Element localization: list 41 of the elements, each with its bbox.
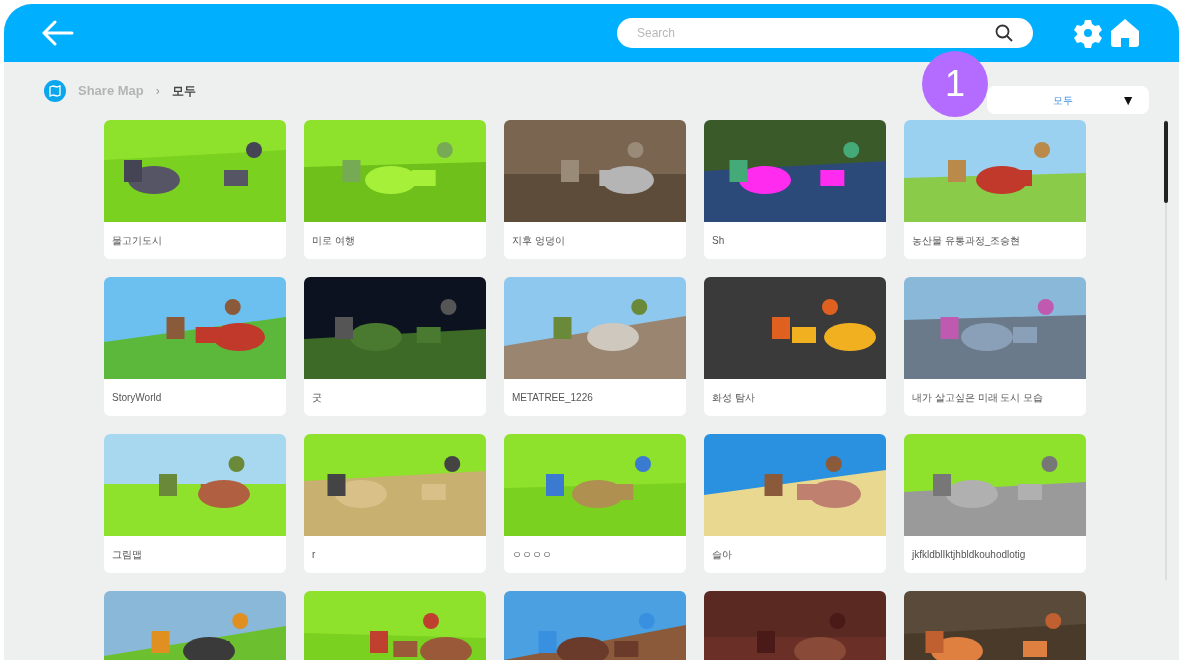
step-badge: 1 [922, 51, 988, 117]
map-card[interactable]: ㅇㅇㅇㅇ [504, 434, 686, 573]
breadcrumb-current: 모두 [171, 83, 196, 100]
map-title: 농산물 유통과정_조승현 [911, 234, 1022, 248]
back-arrow-icon[interactable] [42, 20, 74, 46]
map-title: 내가 살고싶은 미래 도시 모습 [911, 391, 1045, 405]
scrollbar-thumb[interactable] [1164, 121, 1168, 203]
map-card[interactable]: Sh [704, 120, 886, 259]
map-card[interactable]: 화성 탐사 [704, 277, 886, 416]
map-card[interactable]: r [304, 434, 486, 573]
map-title: ㅇㅇㅇㅇ [511, 548, 553, 562]
map-title: 굿 [311, 391, 323, 405]
map-title: 미로 여행 [311, 234, 356, 248]
search-icon[interactable] [995, 24, 1013, 42]
map-title: jkfkldblIktjhbldkouhodlotig [910, 548, 1027, 562]
map-title: 물고기도시 [111, 234, 163, 248]
map-card[interactable]: 물고기도시 [104, 120, 286, 259]
search-field[interactable]: Search [617, 18, 1033, 48]
map-title: r [311, 548, 317, 562]
map-card[interactable]: 굿 [304, 277, 486, 416]
map-title: METATREE_1226 [511, 391, 594, 405]
map-title: 지후 엉덩이 [511, 234, 566, 248]
map-card[interactable]: 내가 살고싶은 미래 도시 모습 [904, 277, 1086, 416]
home-icon[interactable] [1109, 18, 1141, 48]
breadcrumb-separator: › [155, 83, 160, 100]
map-card[interactable]: 미로 여행 [304, 120, 486, 259]
map-title: StoryWorld [111, 391, 163, 405]
map-card[interactable]: 슬아 [704, 434, 886, 573]
map-title: Sh [711, 234, 726, 248]
map-card[interactable]: StoryWorld [104, 277, 286, 416]
map-title: 슬아 [711, 548, 733, 562]
map-title: 화성 탐사 [711, 391, 756, 405]
map-title: 그림맵 [111, 548, 143, 562]
map-card[interactable]: jkfkldblIktjhbldkouhodlotig [904, 434, 1086, 573]
map-card[interactable]: METATREE_1226 [504, 277, 686, 416]
map-card[interactable]: 지후 엉덩이 [504, 120, 686, 259]
map-card[interactable]: 그림맵 [104, 434, 286, 573]
map-icon [44, 80, 66, 102]
settings-icon[interactable] [1073, 18, 1103, 48]
filter-dropdown[interactable]: 모두 ▼ [987, 86, 1149, 114]
map-card[interactable]: 농산물 유통과정_조승현 [904, 120, 1086, 259]
